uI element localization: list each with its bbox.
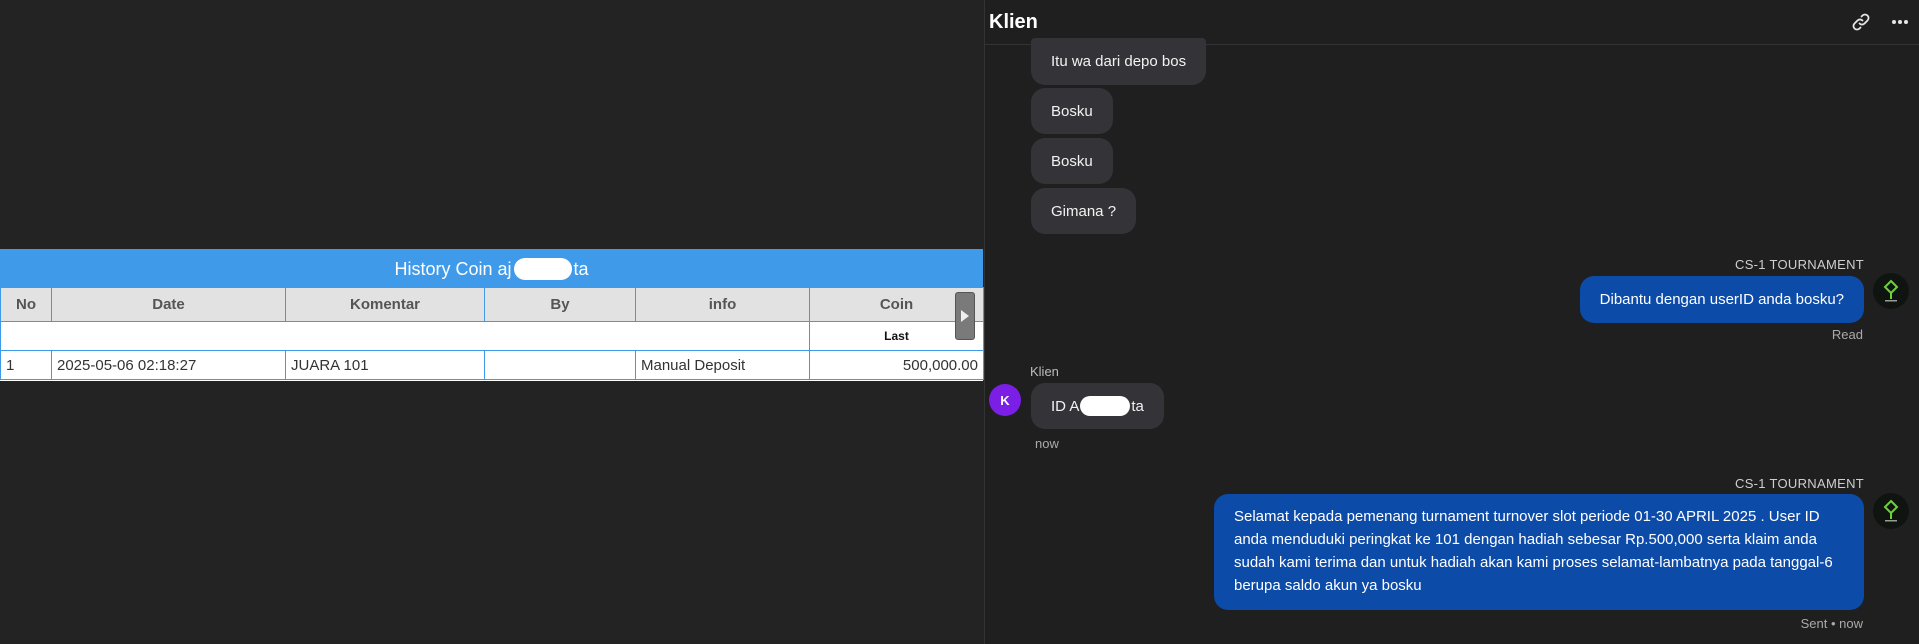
sender-name: Klien: [1030, 364, 1059, 379]
cell-date: 2025-05-06 02:18:27: [51, 350, 286, 380]
redaction-mark: [1080, 396, 1131, 416]
message-text-suffix: ta: [1131, 397, 1144, 415]
scroll-right-handle[interactable]: [955, 292, 975, 340]
column-header-komentar[interactable]: Komentar: [285, 287, 485, 322]
column-header-date[interactable]: Date: [51, 287, 286, 322]
cell-komentar: JUARA 101: [285, 350, 485, 380]
chat-title: Klien: [989, 10, 1038, 33]
play-arrow-icon: [961, 310, 969, 322]
cell-no: 1: [0, 350, 52, 380]
cell-info: Manual Deposit: [635, 350, 810, 380]
incoming-message[interactable]: Bosku: [1031, 138, 1113, 184]
table-header-row: No Date Komentar By info Coin: [0, 287, 984, 322]
avatar[interactable]: K: [989, 384, 1021, 416]
table-row[interactable]: 1 2025-05-06 02:18:27 JUARA 101 Manual D…: [0, 350, 984, 380]
table-title: History Coin aj ta: [0, 251, 983, 287]
brand-logo-icon: [1883, 279, 1899, 302]
screen: History Coin aj ta No Date Komentar By in…: [0, 0, 1919, 644]
chat-panel: Klien Itu wa dari depo bos Bosku Bosku G…: [984, 0, 1919, 644]
incoming-message[interactable]: Gimana ?: [1031, 188, 1137, 234]
left-pane: History Coin aj ta No Date Komentar By in…: [0, 0, 984, 644]
redaction-mark: [513, 258, 572, 280]
message-status: Sent • now: [1800, 616, 1863, 631]
incoming-message[interactable]: ID A ta: [1031, 383, 1164, 429]
column-header-info[interactable]: info: [635, 287, 810, 322]
sub-header-row: Last: [0, 321, 984, 351]
link-icon[interactable]: [1851, 12, 1871, 32]
column-header-no[interactable]: No: [0, 287, 52, 322]
column-header-by[interactable]: By: [484, 287, 636, 322]
sub-header-blank: [0, 321, 810, 351]
outgoing-message[interactable]: Selamat kepada pemenang turnament turnov…: [1214, 494, 1864, 610]
header-actions: [1851, 12, 1909, 32]
sender-name: CS-1 TOURNAMENT: [1735, 257, 1864, 272]
incoming-message[interactable]: Bosku: [1031, 88, 1113, 134]
history-table-grid: No Date Komentar By info Coin Last 1 202…: [0, 287, 984, 380]
message-time: now: [1035, 436, 1059, 451]
bot-avatar[interactable]: [1873, 273, 1909, 309]
incoming-message[interactable]: Itu wa dari depo bos: [1031, 38, 1207, 85]
history-coin-table: History Coin aj ta No Date Komentar By in…: [0, 249, 984, 381]
outgoing-message[interactable]: Dibantu dengan userID anda bosku?: [1579, 276, 1864, 323]
more-dots-icon[interactable]: [1891, 19, 1909, 25]
sender-name: CS-1 TOURNAMENT: [1735, 476, 1864, 491]
table-title-suffix: ta: [573, 258, 589, 279]
brand-logo-icon: [1883, 499, 1899, 522]
bot-avatar[interactable]: [1873, 493, 1909, 529]
message-status: Read: [1831, 327, 1863, 342]
message-text-prefix: ID A: [1051, 397, 1080, 415]
cell-by: [484, 350, 636, 380]
table-title-prefix: History Coin aj: [394, 258, 512, 279]
cell-coin: 500,000.00: [809, 350, 984, 380]
